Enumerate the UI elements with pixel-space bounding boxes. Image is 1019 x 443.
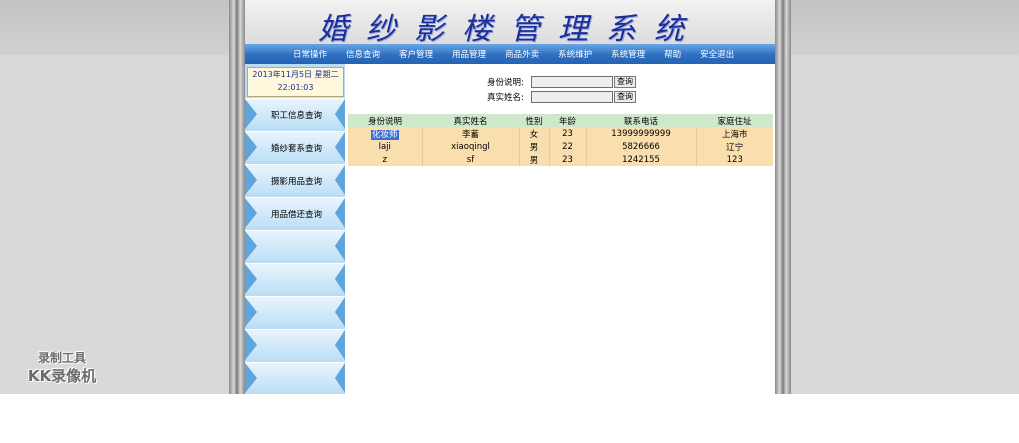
recorder-watermark: 录制工具 KK录像机 bbox=[16, 349, 108, 385]
column-header[interactable]: 联系电话 bbox=[586, 114, 696, 127]
date-time-box: 2013年11月5日 星期二 22:01:03 bbox=[247, 67, 344, 97]
table-cell: 13999999999 bbox=[585, 127, 696, 140]
menu-supplies-management[interactable]: 用品管理 bbox=[452, 48, 486, 60]
left-frame-rail bbox=[229, 0, 245, 394]
sidebar-empty-slot bbox=[245, 230, 345, 261]
name-label: 真实姓名: bbox=[487, 93, 524, 103]
table-cell: 123 bbox=[695, 153, 773, 166]
table-cell: 上海市 bbox=[695, 127, 773, 140]
table-cell: z bbox=[382, 154, 387, 165]
menu-info-query[interactable]: 信息查询 bbox=[346, 48, 380, 60]
table-row[interactable]: laji xiaoqingl 男 22 5826666 辽宁 bbox=[348, 140, 773, 153]
menu-goods-sales[interactable]: 商品外卖 bbox=[505, 48, 539, 60]
menu-customer-management[interactable]: 客户管理 bbox=[399, 48, 433, 60]
watermark-line-2: KK录像机 bbox=[27, 367, 97, 385]
table-header-row: 身份说明 真实姓名 性别 年龄 联系电话 家庭住址 bbox=[348, 114, 773, 127]
sidebar-item-label: 职工信息查询 bbox=[271, 111, 323, 121]
table-cell: sf bbox=[421, 153, 519, 166]
sidebar-empty-slot bbox=[245, 329, 345, 360]
menu-daily-operations[interactable]: 日常操作 bbox=[293, 48, 327, 60]
table-cell: 辽宁 bbox=[695, 140, 773, 153]
id-query-button[interactable]: 查询 bbox=[614, 76, 636, 88]
table-cell: 22 bbox=[548, 140, 586, 153]
selected-text: 化妆师 bbox=[370, 129, 399, 140]
sidebar-item-photo-supplies-query[interactable]: 摄影用品查询 bbox=[245, 164, 345, 195]
table-cell: laji bbox=[378, 141, 391, 152]
column-header[interactable]: 家庭住址 bbox=[696, 114, 773, 127]
main-menu-bar: 日常操作 信息查询 客户管理 用品管理 商品外卖 系统维护 系统管理 帮助 安全… bbox=[245, 44, 775, 64]
sidebar: 2013年11月5日 星期二 22:01:03 职工信息查询 婚纱套系查询 摄影… bbox=[245, 64, 345, 394]
table-cell: 5826666 bbox=[585, 140, 696, 153]
watermark-line-1: 录制工具 bbox=[37, 351, 86, 365]
table-cell: 男 bbox=[518, 153, 549, 166]
table-cell: 23 bbox=[548, 127, 586, 140]
column-header[interactable]: 年龄 bbox=[549, 114, 586, 127]
sidebar-item-label: 婚纱套系查询 bbox=[271, 144, 323, 154]
right-frame-rail bbox=[775, 0, 791, 394]
table-cell: 男 bbox=[518, 140, 549, 153]
column-header[interactable]: 性别 bbox=[519, 114, 549, 127]
menu-system-maintenance[interactable]: 系统维护 bbox=[558, 48, 592, 60]
menu-help[interactable]: 帮助 bbox=[664, 48, 681, 60]
sidebar-empty-slot bbox=[245, 362, 345, 393]
column-header[interactable]: 真实姓名 bbox=[422, 114, 519, 127]
sidebar-empty-slot bbox=[245, 263, 345, 294]
id-label: 身份说明: bbox=[487, 78, 524, 88]
column-header[interactable]: 身份说明 bbox=[348, 114, 422, 127]
name-input[interactable] bbox=[531, 91, 613, 103]
sidebar-item-borrow-return-query[interactable]: 用品借还查询 bbox=[245, 197, 345, 228]
desktop-background: 婚纱影楼管理系统 日常操作 信息查询 客户管理 用品管理 商品外卖 系统维护 系… bbox=[0, 0, 1019, 394]
table-row[interactable]: z sf 男 23 1242155 123 bbox=[348, 153, 773, 166]
menu-logout[interactable]: 安全退出 bbox=[700, 48, 734, 60]
table-row[interactable]: 化妆师 李蓄 女 23 13999999999 上海市 bbox=[348, 127, 773, 140]
content-area: 身份说明: 查询 真实姓名: 查询 身份说明 真实姓名 性别 年龄 联系电话 家… bbox=[348, 64, 775, 394]
sidebar-item-label: 摄影用品查询 bbox=[271, 177, 323, 187]
menu-system-management[interactable]: 系统管理 bbox=[611, 48, 645, 60]
sidebar-item-staff-query[interactable]: 职工信息查询 bbox=[245, 98, 345, 129]
table-cell: 李蓄 bbox=[421, 127, 519, 140]
table-cell: 女 bbox=[518, 127, 549, 140]
staff-table: 身份说明 真实姓名 性别 年龄 联系电话 家庭住址 化妆师 李蓄 女 23 13 bbox=[348, 114, 773, 166]
search-form: 身份说明: 查询 真实姓名: 查询 bbox=[487, 75, 636, 105]
table-cell: 化妆师 bbox=[348, 127, 422, 140]
current-date: 2013年11月5日 星期二 bbox=[252, 70, 339, 79]
table-cell: 1242155 bbox=[585, 153, 696, 166]
app-title: 婚纱影楼管理系统 bbox=[318, 12, 702, 47]
sidebar-item-label: 用品借还查询 bbox=[271, 210, 323, 220]
table-cell: 23 bbox=[548, 153, 586, 166]
app-window: 婚纱影楼管理系统 日常操作 信息查询 客户管理 用品管理 商品外卖 系统维护 系… bbox=[245, 0, 775, 394]
table-cell: xiaoqingl bbox=[421, 140, 519, 153]
name-query-button[interactable]: 查询 bbox=[614, 91, 636, 103]
sidebar-empty-slot bbox=[245, 296, 345, 327]
header-banner: 婚纱影楼管理系统 bbox=[245, 0, 775, 47]
current-time: 22:01:03 bbox=[277, 83, 314, 92]
id-input[interactable] bbox=[531, 76, 613, 88]
sidebar-item-wedding-package-query[interactable]: 婚纱套系查询 bbox=[245, 131, 345, 162]
